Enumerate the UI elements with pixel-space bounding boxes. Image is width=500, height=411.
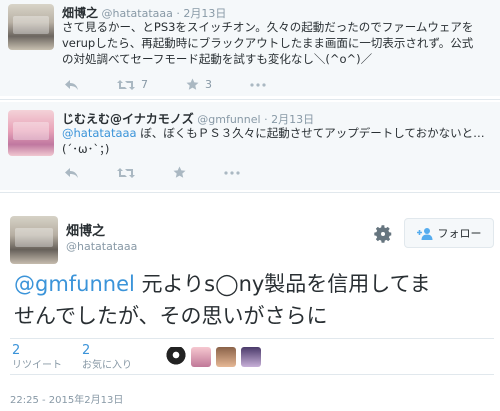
main-tweet-text: @gmfunnel 元よりs◯ny製品を信用してま せんでしたが、その思いがさら… — [14, 268, 494, 332]
favorite-stat-count: 2 — [82, 343, 91, 358]
user-name[interactable]: 畑博之 — [62, 6, 98, 20]
reply-icon — [65, 79, 78, 90]
main-tweet-line: @gmfunnel 元よりs◯ny製品を信用してま — [14, 268, 494, 300]
retweet-button[interactable] — [117, 167, 135, 179]
favorite-button[interactable] — [173, 166, 186, 179]
tweet-2[interactable]: じむえむ@イナカモノズ @gmfunnel · 2月13日 @hatatataa… — [0, 102, 500, 190]
more-button[interactable] — [250, 82, 266, 87]
retweet-stat-count: 2 — [12, 343, 21, 358]
retweet-button[interactable]: 7 — [117, 78, 148, 91]
main-tweet-fragment: 元よりs◯ny製品を信用してま — [134, 272, 431, 296]
more-icon — [224, 170, 240, 175]
main-user-name[interactable]: 畑博之 — [66, 220, 105, 239]
favorite-count: 3 — [205, 78, 212, 91]
tweet-text-fragment: ぼ、ぼくもＰＳ３久々に起動させてアップデートしておかないと… — [136, 126, 485, 140]
avatar[interactable] — [8, 4, 54, 50]
reply-icon — [65, 167, 78, 178]
favorite-stat[interactable]: 2 お気に入り — [82, 343, 132, 373]
reply-button[interactable] — [64, 79, 79, 91]
engager-avatars — [166, 347, 266, 367]
engager-avatar[interactable] — [216, 347, 236, 367]
tweet-timestamp[interactable]: 22:25 - 2015年2月13日 — [10, 391, 123, 406]
favorite-icon — [173, 166, 186, 178]
engager-avatar[interactable] — [241, 347, 261, 367]
retweet-icon — [117, 79, 135, 90]
main-user-handle[interactable]: @hatatataaa — [66, 240, 137, 253]
stats-bottom-divider — [10, 374, 494, 375]
main-avatar[interactable] — [10, 216, 58, 264]
retweet-stat[interactable]: 2 リツイート — [12, 343, 62, 373]
divider — [0, 192, 500, 193]
tweet-actions: 7 3 — [64, 78, 304, 91]
engager-avatar[interactable] — [191, 347, 211, 367]
tweet-text-line: @hatatataaa ぼ、ぼくもＰＳ３久々に起動させてアップデートしておかない… — [62, 125, 485, 141]
engager-avatar[interactable] — [166, 347, 186, 367]
tweet-text-line: (´･ω･`；) — [62, 142, 110, 156]
retweet-icon — [117, 167, 135, 178]
divider — [0, 99, 500, 100]
follow-person-icon — [416, 227, 432, 240]
favorite-stat-label: お気に入り — [82, 360, 132, 371]
favorite-button[interactable]: 3 — [186, 78, 212, 91]
retweet-stat-label: リツイート — [12, 360, 62, 371]
retweet-count: 7 — [141, 78, 148, 91]
tweet-actions — [64, 166, 278, 179]
gear-icon[interactable] — [372, 223, 394, 245]
tweet-text: @hatatataaa ぼ、ぼくもＰＳ３久々に起動させてアップデートしておかない… — [62, 125, 485, 157]
follow-button[interactable]: フォロー — [404, 218, 494, 248]
tweet-text: さて見るかー、とPS3をスイッチオン。久々の起動だったのでファームウェアを ve… — [62, 19, 473, 67]
user-name[interactable]: じむえむ@イナカモノズ — [62, 112, 194, 126]
main-tweet-line: せんでしたが、その思いがさらに — [14, 304, 328, 328]
tweet-1[interactable]: 畑博之 @hatatataaa · 2月13日 さて見るかー、とPS3をスイッチ… — [0, 0, 500, 96]
more-button[interactable] — [224, 170, 240, 175]
more-icon — [250, 82, 266, 87]
tweet-text-line: の対処調べてセーフモード起動を試すも変化なし＼(^o^)／ — [62, 52, 373, 66]
reply-button[interactable] — [64, 167, 79, 179]
avatar[interactable] — [8, 110, 54, 156]
tweet-text-line: verupしたら、再起動時にブラックアウトしたまま画面に一切表示されず。公式 — [62, 36, 474, 50]
favorite-icon — [186, 78, 199, 90]
tweet-text-line: さて見るかー、とPS3をスイッチオン。久々の起動だったのでファームウェアを — [62, 20, 474, 34]
mention-link[interactable]: @hatatataaa — [62, 126, 137, 140]
follow-button-label: フォロー — [437, 227, 482, 240]
stats-top-divider — [10, 338, 494, 339]
main-mention-link[interactable]: @gmfunnel — [14, 272, 135, 296]
